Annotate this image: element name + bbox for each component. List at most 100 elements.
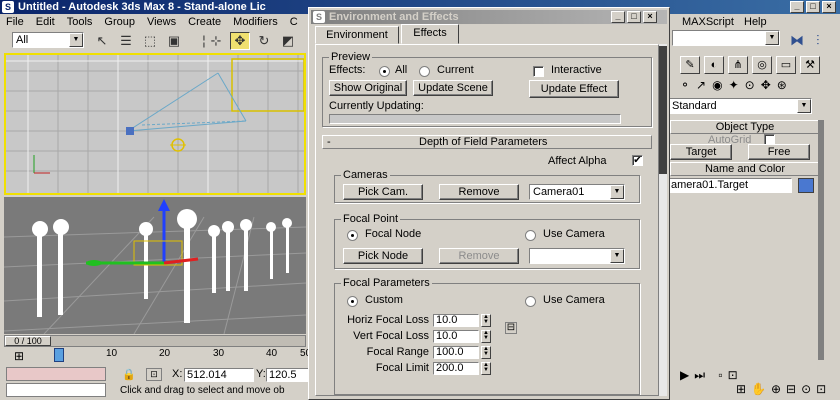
focal-node-radio[interactable]	[347, 230, 358, 241]
menu-modifiers[interactable]: Modifiers	[227, 14, 284, 30]
menu-group[interactable]: Group	[98, 14, 141, 30]
show-original-button[interactable]: Show Original	[329, 80, 407, 96]
cameras-group: Cameras Pick Cam. Remove Camera01 ▼	[334, 169, 640, 203]
command-panel-scrollbar[interactable]	[818, 120, 824, 360]
dialog-maximize-button[interactable]: □	[627, 11, 641, 23]
focal-parameters-group-label: Focal Parameters	[341, 277, 432, 289]
dof-rollout-toggle: -	[327, 136, 331, 148]
main-window-title: Untitled - Autodesk 3ds Max 8 - Stand-al…	[18, 1, 266, 13]
menu-tools[interactable]: Tools	[61, 14, 99, 30]
effects-all-radio[interactable]	[379, 66, 390, 77]
lock-focal-loss-icon[interactable]: ⊟	[505, 322, 517, 334]
rectangular-selection-icon[interactable]: ⬚	[140, 32, 160, 50]
close-button[interactable]: ×	[822, 1, 836, 13]
focal-limit-field[interactable]: 200.0	[433, 362, 479, 375]
hierarchy-tab-icon[interactable]: ⋔	[728, 56, 748, 74]
dof-rollout-header[interactable]: - Depth of Field Parameters	[322, 135, 652, 149]
affect-alpha-checkbox[interactable]: ✔	[632, 155, 643, 166]
object-color-swatch[interactable]	[798, 178, 814, 193]
node-list-dropdown[interactable]: ▼	[529, 248, 625, 264]
viewport-nav-controls[interactable]: ⊞✋⊕⊟⊙⊡	[736, 382, 836, 396]
menu-create[interactable]: Create	[182, 14, 227, 30]
select-and-scale-icon[interactable]: ◩	[278, 32, 298, 50]
dialog-scrollbar-thumb[interactable]	[659, 46, 667, 174]
custom-radio[interactable]	[347, 296, 358, 307]
track-tick-40: 40	[266, 348, 278, 359]
lock-selection-icon[interactable]: 🔒	[122, 368, 136, 381]
x-coord-field[interactable]: 512.014	[184, 368, 254, 382]
dialog-close-button[interactable]: ×	[643, 11, 657, 23]
focal-limit-spinner[interactable]: ▲ ▼	[481, 362, 491, 375]
window-crossing-icon[interactable]: ▣	[164, 32, 184, 50]
current-frame-marker[interactable]	[54, 348, 64, 362]
y-coord-field[interactable]: 120.5	[266, 368, 310, 382]
camera-list-dropdown[interactable]: Camera01 ▼	[529, 184, 625, 200]
menu-file[interactable]: File	[0, 14, 30, 30]
menu-edit[interactable]: Edit	[30, 14, 61, 30]
minimize-button[interactable]: _	[790, 1, 804, 13]
select-by-name-icon[interactable]: ☰	[116, 32, 136, 50]
object-category-value: Standard	[672, 100, 717, 112]
time-slider-thumb[interactable]: 0 / 100	[5, 336, 51, 346]
absolute-mode-icon[interactable]: ⊡	[146, 368, 162, 381]
playback-controls[interactable]: ▶⏭ ▫⊡	[680, 368, 830, 383]
selection-filter-value: All	[16, 34, 29, 46]
main-toolbar: All ▼ ↖ ☰ ⬚ ▣ ¦ ⊹ ✥ ↻ ◩	[0, 30, 310, 52]
object-category-icons[interactable]: ⚬↗◉✦⊙✥⊛	[680, 78, 830, 96]
chevron-down-icon: ▼	[610, 249, 624, 263]
vert-focal-loss-spinner[interactable]: ▲ ▼	[481, 330, 491, 343]
selection-filter-dropdown[interactable]: All ▼	[12, 32, 84, 48]
dialog-minimize-button[interactable]: _	[611, 11, 625, 23]
object-category-dropdown[interactable]: Standard ▼	[668, 98, 812, 114]
pick-node-button[interactable]: Pick Node	[343, 248, 423, 264]
update-scene-button[interactable]: Update Scene	[413, 80, 493, 96]
currently-updating-label: Currently Updating:	[329, 100, 424, 112]
dialog-title-bar[interactable]: S Environment and Effects _ □ ×	[311, 10, 667, 24]
focal-params-use-camera-radio[interactable]	[525, 296, 536, 307]
utilities-tab-icon[interactable]: ⚒	[800, 56, 820, 74]
menu-views[interactable]: Views	[141, 14, 182, 30]
top-viewport[interactable]	[4, 53, 306, 195]
horiz-focal-loss-spinner[interactable]: ▲ ▼	[481, 314, 491, 327]
focal-range-spinner[interactable]: ▲ ▼	[481, 346, 491, 359]
target-camera-button[interactable]: Target	[670, 144, 732, 160]
focal-point-use-camera-radio[interactable]	[525, 230, 536, 241]
focal-point-group-label: Focal Point	[341, 213, 401, 225]
select-object-icon[interactable]: ↖	[92, 32, 112, 50]
object-type-rollout-header[interactable]: Object Type	[670, 120, 820, 134]
tab-effects[interactable]: Effects	[401, 24, 459, 44]
remove-camera-button[interactable]: Remove	[439, 184, 519, 200]
effects-current-radio[interactable]	[419, 66, 430, 77]
maximize-button[interactable]: □	[806, 1, 820, 13]
track-bar[interactable]: 0 10 20 30 40 50	[4, 348, 311, 366]
horiz-focal-loss-field[interactable]: 10.0	[433, 314, 479, 327]
display-tab-icon[interactable]: ▭	[776, 56, 796, 74]
select-and-link-icon[interactable]: ⊹	[206, 32, 226, 50]
dialog-scrollbar[interactable]	[659, 44, 667, 396]
update-effect-button[interactable]: Update Effect	[529, 80, 619, 98]
camera-list-value: Camera01	[533, 186, 585, 198]
remove-node-button[interactable]: Remove	[439, 248, 519, 264]
modify-tab-icon[interactable]: ◐	[704, 56, 724, 74]
motion-tab-icon[interactable]: ◎	[752, 56, 772, 74]
create-tab-icon[interactable]: ✎	[680, 56, 700, 74]
free-camera-button[interactable]: Free	[748, 144, 810, 160]
focal-range-field[interactable]: 100.0	[433, 346, 479, 359]
maxscript-listener-mini[interactable]	[6, 367, 106, 381]
perspective-scene	[4, 199, 306, 334]
tab-environment[interactable]: Environment	[315, 26, 399, 44]
object-name-field[interactable]: amera01.Target	[668, 178, 792, 193]
menu-maxscript[interactable]: MAXScript	[676, 14, 740, 30]
track-filter-icon[interactable]: ⊞	[14, 349, 36, 363]
perspective-viewport[interactable]	[4, 197, 306, 334]
name-and-color-rollout-header[interactable]: Name and Color	[670, 162, 820, 176]
update-progress-bar	[329, 114, 621, 124]
select-and-move-icon[interactable]: ✥	[230, 32, 250, 50]
interactive-checkbox[interactable]	[533, 66, 544, 77]
pick-cam-button[interactable]: Pick Cam.	[343, 184, 423, 200]
menu-character[interactable]: C	[284, 14, 304, 30]
menu-help[interactable]: Help	[738, 14, 773, 30]
vert-focal-loss-field[interactable]: 10.0	[433, 330, 479, 343]
time-slider[interactable]: 0 / 100	[4, 335, 306, 347]
select-and-rotate-icon[interactable]: ↻	[254, 32, 274, 50]
